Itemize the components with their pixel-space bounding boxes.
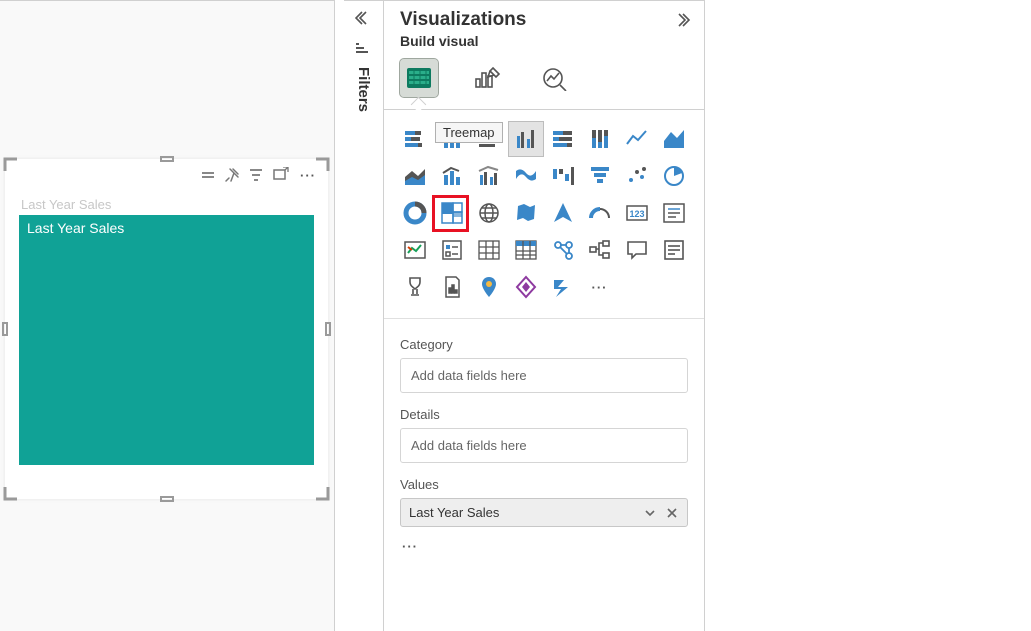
chevron-left-icon[interactable] — [355, 9, 373, 27]
viz-ribbon-icon[interactable] — [509, 159, 543, 193]
field-well-category[interactable]: Add data fields here — [400, 358, 688, 393]
field-pill-label: Last Year Sales — [409, 505, 499, 520]
viz-map-icon[interactable] — [472, 196, 506, 230]
viz-matrix-icon[interactable] — [509, 233, 543, 267]
filter-icon — [355, 40, 373, 56]
build-visual-tabs — [384, 59, 704, 110]
tab-analytics[interactable] — [536, 59, 574, 97]
resize-handle-icon[interactable] — [160, 154, 174, 164]
viz-line-clustered-column-icon[interactable] — [472, 159, 506, 193]
viz-line-icon[interactable] — [620, 122, 654, 156]
viz-slicer-icon[interactable] — [435, 233, 469, 267]
report-canvas[interactable]: ··· Last Year Sales Last Year Sales — [0, 0, 335, 631]
visualization-gallery: 123 ··· Treemap — [384, 110, 704, 319]
field-pill-values[interactable]: Last Year Sales — [400, 498, 688, 527]
pane-title: Visualizations — [400, 9, 526, 31]
focus-mode-icon[interactable] — [272, 167, 290, 183]
more-options-icon[interactable]: ··· — [298, 168, 318, 183]
treemap-tile-label: Last Year Sales — [19, 215, 314, 241]
viz-table-icon[interactable] — [472, 233, 506, 267]
viz-scatter-icon[interactable] — [620, 159, 654, 193]
resize-handle-icon[interactable] — [3, 157, 21, 175]
close-icon[interactable] — [665, 506, 679, 520]
treemap-visual[interactable]: ··· Last Year Sales Last Year Sales — [5, 159, 328, 499]
viz-r-visual-icon[interactable] — [546, 233, 580, 267]
field-label-category: Category — [400, 337, 688, 352]
more-fields-icon[interactable]: ··· — [400, 539, 688, 554]
field-wells: Category Add data fields here Details Ad… — [384, 319, 704, 566]
viz-treemap-icon[interactable] — [435, 196, 469, 230]
viz-narrative-icon[interactable] — [657, 233, 691, 267]
pane-subtitle: Build visual — [384, 31, 704, 59]
treemap-tile[interactable]: Last Year Sales — [19, 215, 314, 465]
viz-azure-map-icon[interactable] — [546, 196, 580, 230]
viz-stacked-bar-icon[interactable] — [398, 122, 432, 156]
resize-handle-icon[interactable] — [3, 483, 21, 501]
resize-handle-icon[interactable] — [0, 322, 10, 336]
viz-paginated-icon[interactable] — [435, 270, 469, 304]
viz-clustered-bar-icon[interactable] — [472, 122, 506, 156]
viz-area-icon[interactable] — [657, 122, 691, 156]
viz-100-stacked-column-icon[interactable] — [583, 122, 617, 156]
field-label-values: Values — [400, 477, 688, 492]
viz-waterfall-icon[interactable] — [546, 159, 580, 193]
viz-multi-row-card-icon[interactable] — [657, 196, 691, 230]
svg-text:123: 123 — [629, 209, 644, 219]
field-label-details: Details — [400, 407, 688, 422]
tab-format[interactable] — [468, 59, 506, 97]
viz-clustered-column-icon[interactable] — [509, 122, 543, 156]
pin-icon[interactable] — [224, 167, 240, 183]
viz-gauge-icon[interactable] — [583, 196, 617, 230]
viz-stacked-area-icon[interactable] — [398, 159, 432, 193]
viz-pie-icon[interactable] — [657, 159, 691, 193]
viz-100-stacked-bar-icon[interactable] — [546, 122, 580, 156]
filter-icon[interactable] — [248, 167, 264, 183]
viz-funnel-icon[interactable] — [583, 159, 617, 193]
viz-qa-icon[interactable] — [620, 233, 654, 267]
visual-toolbar: ··· — [200, 167, 318, 183]
field-well-details[interactable]: Add data fields here — [400, 428, 688, 463]
viz-more-icon[interactable]: ··· — [583, 270, 617, 304]
resize-handle-icon[interactable] — [323, 322, 333, 336]
visual-title: Last Year Sales — [21, 197, 111, 212]
viz-powerapps-icon[interactable] — [509, 270, 543, 304]
viz-donut-icon[interactable] — [398, 196, 432, 230]
viz-stacked-column-icon[interactable] — [435, 122, 469, 156]
resize-handle-icon[interactable] — [312, 483, 330, 501]
resize-handle-icon[interactable] — [160, 494, 174, 504]
viz-powerautomate-icon[interactable] — [546, 270, 580, 304]
viz-goals-icon[interactable] — [398, 270, 432, 304]
drag-handle-icon[interactable] — [200, 167, 216, 183]
viz-filled-map-icon[interactable] — [509, 196, 543, 230]
tab-fields[interactable] — [400, 59, 438, 97]
filters-label: Filters — [355, 67, 372, 112]
viz-decomposition-tree-icon[interactable] — [583, 233, 617, 267]
visualizations-pane: Visualizations Build visual — [384, 0, 705, 631]
viz-arcgis-icon[interactable] — [472, 270, 506, 304]
viz-line-stacked-column-icon[interactable] — [435, 159, 469, 193]
filters-pane-collapsed[interactable]: Filters — [344, 0, 384, 631]
viz-card-icon[interactable]: 123 — [620, 196, 654, 230]
viz-kpi-icon[interactable] — [398, 233, 432, 267]
chevron-down-icon[interactable] — [643, 506, 657, 520]
chevron-right-icon[interactable] — [674, 11, 692, 29]
